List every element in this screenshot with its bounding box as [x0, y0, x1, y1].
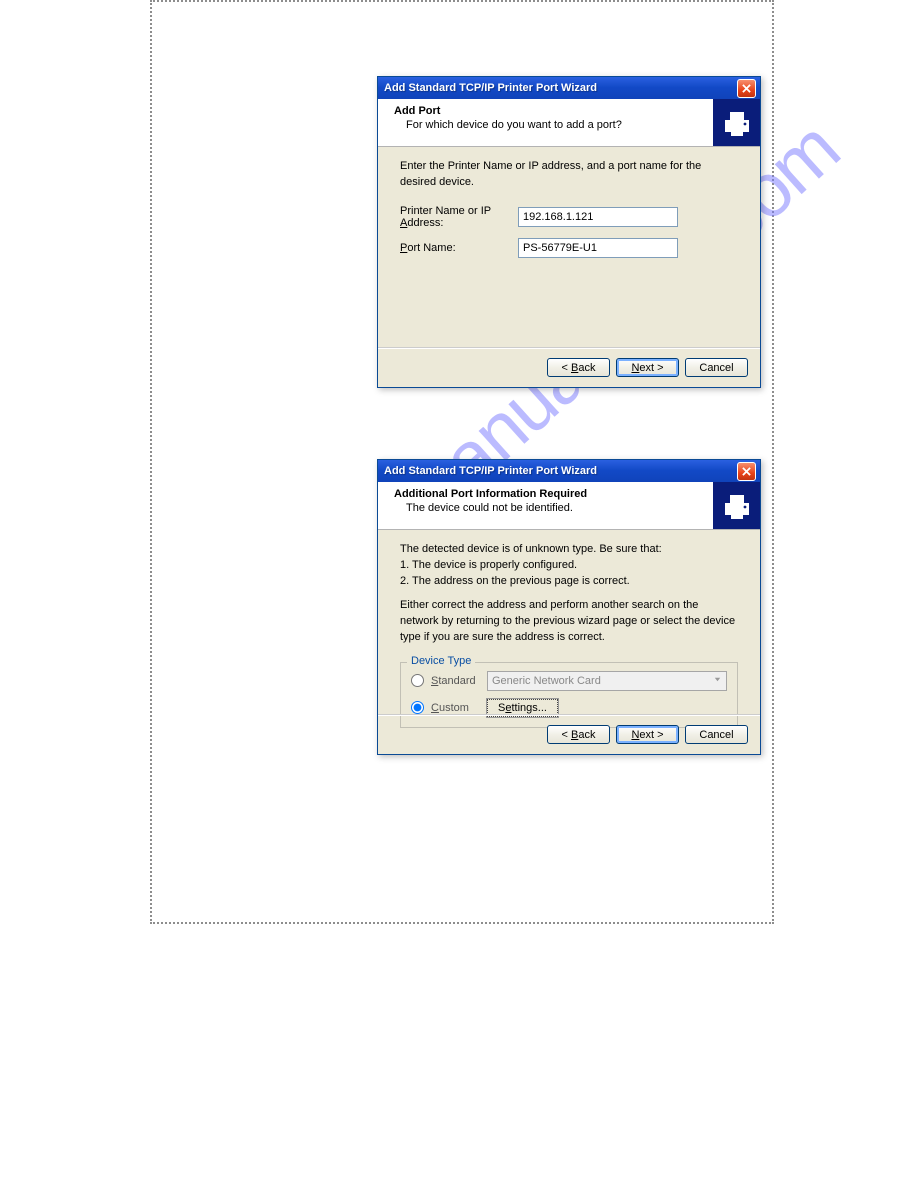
document-page: manualshive.com Add Standard TCP/IP Prin…	[0, 0, 918, 1188]
chevron-down-icon	[710, 673, 724, 687]
header-subtitle: For which device do you want to add a po…	[394, 119, 713, 131]
dialog-header: Additional Port Information Required The…	[378, 482, 760, 530]
close-icon	[742, 84, 751, 93]
error-description: The detected device is of unknown type. …	[400, 542, 738, 590]
header-subtitle: The device could not be identified.	[394, 502, 713, 514]
window-title: Add Standard TCP/IP Printer Port Wizard	[384, 465, 737, 477]
window-title: Add Standard TCP/IP Printer Port Wizard	[384, 82, 737, 94]
header-title: Add Port	[394, 105, 713, 117]
dropdown-value: Generic Network Card	[492, 675, 601, 687]
row-printer-ip: Printer Name or IP Address:	[400, 205, 738, 229]
input-port-name[interactable]	[518, 238, 678, 258]
fieldset-legend: Device Type	[407, 655, 475, 667]
cancel-button[interactable]: Cancel	[685, 358, 748, 377]
intro-text: Enter the Printer Name or IP address, an…	[400, 159, 738, 191]
button-bar: < Back Next > Cancel	[378, 714, 760, 754]
wizard-dialog-port-info: Add Standard TCP/IP Printer Port Wizard …	[377, 459, 761, 755]
titlebar: Add Standard TCP/IP Printer Port Wizard	[378, 460, 760, 482]
dialog-body: The detected device is of unknown type. …	[378, 530, 760, 728]
close-button[interactable]	[737, 79, 756, 98]
close-icon	[742, 467, 751, 476]
radio-custom[interactable]	[411, 701, 424, 714]
button-bar: < Back Next > Cancel	[378, 347, 760, 387]
radio-standard[interactable]	[411, 674, 424, 687]
label-port-name: Port Name:	[400, 242, 518, 254]
next-button[interactable]: Next >	[616, 358, 679, 377]
back-button[interactable]: < Back	[547, 725, 610, 744]
header-text: Add Port For which device do you want to…	[378, 99, 713, 146]
input-printer-ip[interactable]	[518, 207, 678, 227]
header-text: Additional Port Information Required The…	[378, 482, 713, 529]
back-button[interactable]: < Back	[547, 358, 610, 377]
dialog-body: Enter the Printer Name or IP address, an…	[378, 147, 760, 258]
titlebar: Add Standard TCP/IP Printer Port Wizard	[378, 77, 760, 99]
label-standard: Standard	[431, 675, 487, 687]
page-frame: manualshive.com Add Standard TCP/IP Prin…	[150, 0, 774, 924]
row-port-name: Port Name:	[400, 238, 738, 258]
next-button[interactable]: Next >	[616, 725, 679, 744]
dialog-header: Add Port For which device do you want to…	[378, 99, 760, 147]
label-custom: Custom	[431, 702, 487, 714]
cancel-button[interactable]: Cancel	[685, 725, 748, 744]
printer-icon	[713, 99, 760, 146]
instruction-text: Either correct the address and perform a…	[400, 598, 738, 646]
radio-row-standard: Standard Generic Network Card	[411, 671, 727, 691]
label-printer-ip: Printer Name or IP Address:	[400, 205, 518, 229]
wizard-dialog-add-port: Add Standard TCP/IP Printer Port Wizard …	[377, 76, 761, 388]
printer-icon	[713, 482, 760, 529]
header-title: Additional Port Information Required	[394, 488, 713, 500]
close-button[interactable]	[737, 462, 756, 481]
dropdown-device-type: Generic Network Card	[487, 671, 727, 691]
